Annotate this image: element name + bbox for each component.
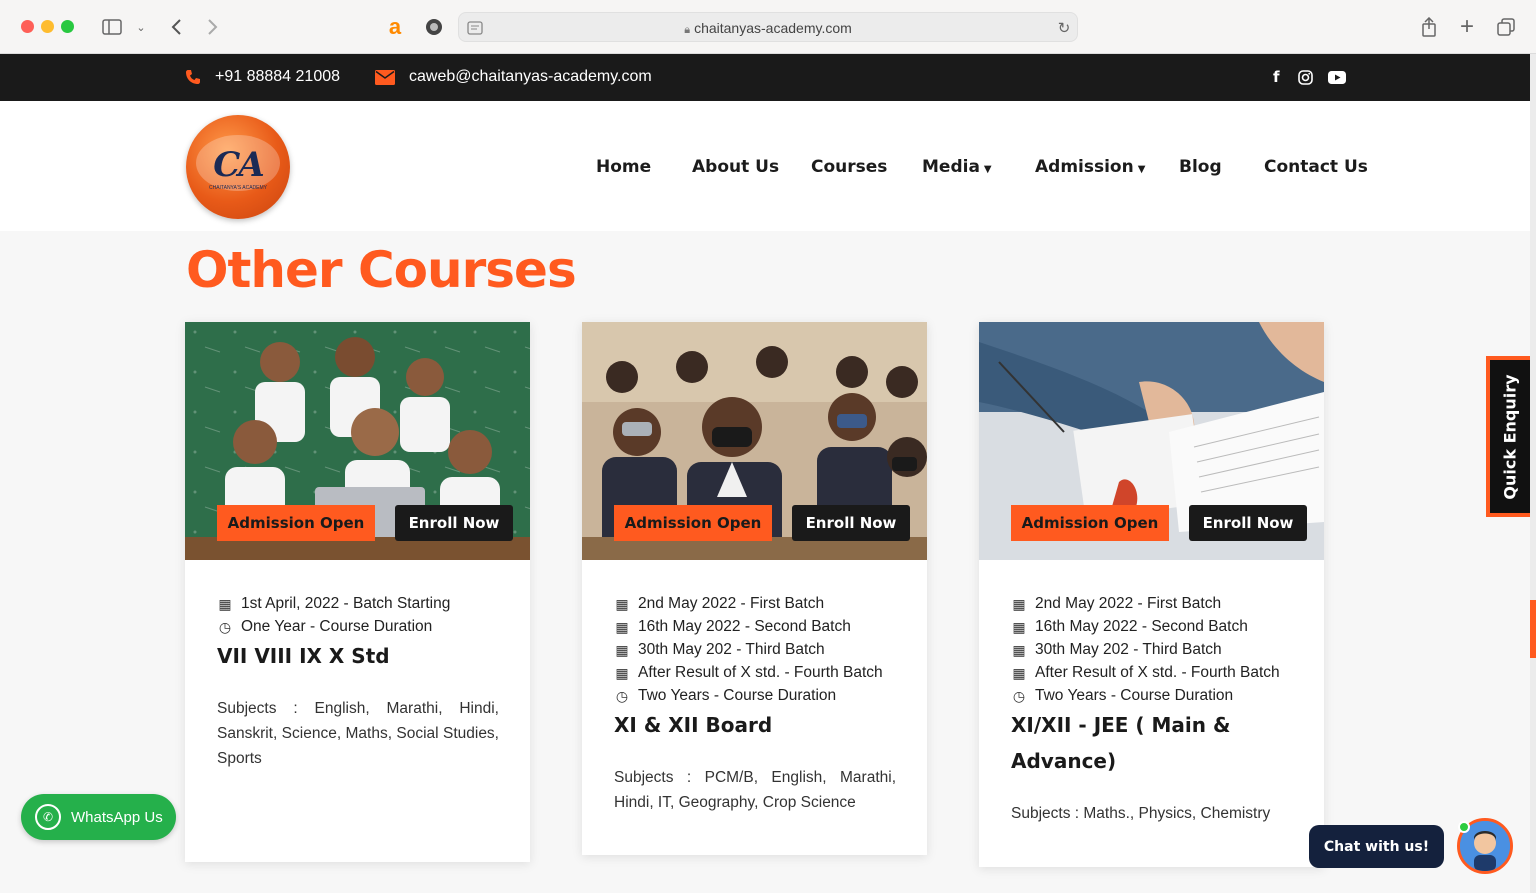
batch-info: ▦ 30th May 202 - Third Batch bbox=[1012, 641, 1222, 658]
whatsapp-button[interactable]: ✆ WhatsApp Us bbox=[21, 794, 176, 840]
contact-bar: +91 88884 21008 caweb@chaitanyas-academy… bbox=[0, 54, 1530, 101]
enroll-now-button[interactable]: Enroll Now bbox=[395, 505, 513, 541]
main-content: Other Courses Admission Open Enroll Now … bbox=[0, 231, 1530, 893]
enroll-now-button[interactable]: Enroll Now bbox=[792, 505, 910, 541]
address-bar[interactable]: 🔒︎ chaitanyas-academy.com ↻ bbox=[458, 12, 1078, 42]
clock-icon: ◷ bbox=[1012, 687, 1026, 704]
logo-subtext: CHAITANYA'S ACADEMY bbox=[208, 185, 267, 191]
new-tab-icon[interactable]: + bbox=[1456, 13, 1478, 40]
close-window-button[interactable] bbox=[21, 20, 34, 33]
batch-info: ▦ After Result of X std. - Fourth Batch bbox=[615, 664, 883, 681]
youtube-icon[interactable] bbox=[1328, 71, 1346, 88]
calendar-icon: ▦ bbox=[615, 595, 629, 612]
online-status-dot bbox=[1458, 821, 1470, 833]
duration-info: ◷ One Year - Course Duration bbox=[218, 618, 433, 635]
batch-info: ▦ 30th May 202 - Third Batch bbox=[615, 641, 825, 658]
batch-info: ▦ 2nd May 2022 - First Batch bbox=[1012, 595, 1222, 612]
site-header: CA CHAITANYA'S ACADEMY Home About Us Cou… bbox=[0, 101, 1530, 231]
chevron-down-icon[interactable]: ⌄ bbox=[134, 15, 148, 39]
chat-button[interactable]: Chat with us! bbox=[1309, 825, 1444, 868]
minimize-window-button[interactable] bbox=[41, 20, 54, 33]
nav-admission[interactable]: Admission ▼ bbox=[1035, 157, 1145, 177]
quick-enquiry-label: Quick Enquiry bbox=[1500, 373, 1520, 500]
nav-contact-us[interactable]: Contact Us bbox=[1264, 157, 1368, 177]
scroll-thumb[interactable] bbox=[1530, 600, 1536, 658]
forward-icon[interactable] bbox=[203, 15, 223, 39]
nav-courses[interactable]: Courses bbox=[811, 157, 887, 177]
phone-icon bbox=[185, 69, 201, 85]
amazon-extension-icon[interactable]: a bbox=[384, 14, 406, 39]
course-card: Admission Open Enroll Now ▦ 2nd May 2022 … bbox=[979, 322, 1324, 867]
whatsapp-icon: ✆ bbox=[35, 804, 61, 830]
browser-toolbar: ⌄ a 🔒︎ chaitanyas-academy.com ↻ + bbox=[0, 0, 1536, 54]
reload-icon[interactable]: ↻ bbox=[1055, 16, 1073, 40]
back-icon[interactable] bbox=[166, 15, 186, 39]
admission-open-button[interactable]: Admission Open bbox=[614, 505, 772, 541]
nav-blog[interactable]: Blog bbox=[1179, 157, 1222, 177]
calendar-icon: ▦ bbox=[1012, 641, 1026, 658]
nav-home[interactable]: Home bbox=[596, 157, 651, 177]
course-subjects: Subjects : English, Marathi, Hindi, Sans… bbox=[217, 700, 499, 767]
course-title: XI/XII - JEE ( Main & Advance) bbox=[1011, 713, 1231, 773]
course-card: Admission Open Enroll Now ▦ 2nd May 2022 … bbox=[582, 322, 927, 855]
url-text: 🔒︎ chaitanyas-academy.com bbox=[684, 20, 852, 36]
tab-overview-icon[interactable] bbox=[1495, 15, 1517, 39]
record-extension-icon[interactable] bbox=[423, 15, 445, 39]
phone-contact[interactable]: +91 88884 21008 bbox=[185, 68, 340, 86]
course-card: Admission Open Enroll Now ▦ 1st April, 20… bbox=[185, 322, 530, 862]
chevron-down-icon: ▼ bbox=[1137, 164, 1146, 175]
course-subjects: Subjects : Maths., Physics, Chemistry bbox=[1011, 805, 1271, 822]
page-scrollbar[interactable] bbox=[1530, 54, 1536, 893]
quick-enquiry-tab[interactable]: Quick Enquiry bbox=[1486, 356, 1530, 517]
course-title: VII VIII IX X Std bbox=[217, 644, 390, 668]
calendar-icon: ▦ bbox=[1012, 595, 1026, 612]
course-subjects: Subjects : PCM/B, English, Marathi, Hind… bbox=[614, 769, 896, 811]
section-title: Other Courses bbox=[186, 241, 577, 299]
logo-text: CA bbox=[213, 145, 264, 185]
calendar-icon: ▦ bbox=[615, 618, 629, 635]
envelope-icon bbox=[375, 69, 395, 85]
nav-media-label: Media bbox=[922, 157, 980, 177]
batch-info: ▦ 16th May 2022 - Second Batch bbox=[1012, 618, 1248, 635]
chevron-down-icon: ▼ bbox=[983, 164, 992, 175]
email-contact[interactable]: caweb@chaitanyas-academy.com bbox=[375, 68, 652, 86]
clock-icon: ◷ bbox=[615, 687, 629, 704]
facebook-icon[interactable]: f bbox=[1273, 68, 1280, 86]
batch-info: ▦ After Result of X std. - Fourth Batch bbox=[1012, 664, 1280, 681]
batch-info: ▦ 16th May 2022 - Second Batch bbox=[615, 618, 851, 635]
batch-info: ▦ 2nd May 2022 - First Batch bbox=[615, 595, 825, 612]
calendar-icon: ▦ bbox=[615, 664, 629, 681]
calendar-icon: ▦ bbox=[1012, 664, 1026, 681]
admission-open-button[interactable]: Admission Open bbox=[217, 505, 375, 541]
academy-logo[interactable]: CA CHAITANYA'S ACADEMY bbox=[186, 115, 290, 219]
instagram-icon[interactable] bbox=[1298, 70, 1313, 89]
batch-info: ▦ 1st April, 2022 - Batch Starting bbox=[218, 595, 451, 612]
duration-info: ◷ Two Years - Course Duration bbox=[1012, 687, 1234, 704]
duration-info: ◷ Two Years - Course Duration bbox=[615, 687, 837, 704]
maximize-window-button[interactable] bbox=[61, 20, 74, 33]
course-title: XI & XII Board bbox=[614, 713, 773, 737]
nav-about-us[interactable]: About Us bbox=[692, 157, 779, 177]
nav-media[interactable]: Media ▼ bbox=[922, 157, 992, 177]
lock-icon: 🔒︎ bbox=[684, 24, 691, 36]
calendar-icon: ▦ bbox=[218, 595, 232, 612]
enroll-now-button[interactable]: Enroll Now bbox=[1189, 505, 1307, 541]
whatsapp-label: WhatsApp Us bbox=[71, 808, 163, 826]
share-icon[interactable] bbox=[1418, 15, 1440, 39]
calendar-icon: ▦ bbox=[615, 641, 629, 658]
sidebar-icon[interactable] bbox=[100, 15, 124, 39]
admission-open-button[interactable]: Admission Open bbox=[1011, 505, 1169, 541]
nav-admission-label: Admission bbox=[1035, 157, 1134, 177]
clock-icon: ◷ bbox=[218, 618, 232, 635]
calendar-icon: ▦ bbox=[1012, 618, 1026, 635]
